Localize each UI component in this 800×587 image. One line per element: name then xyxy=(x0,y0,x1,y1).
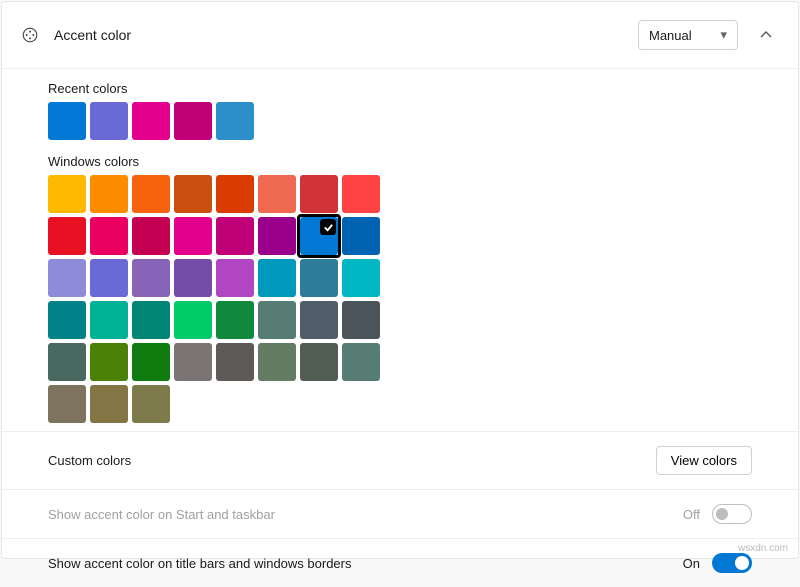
recent-color-swatch[interactable] xyxy=(48,102,86,140)
windows-color-swatch[interactable] xyxy=(174,175,212,213)
windows-color-swatch[interactable] xyxy=(174,301,212,339)
windows-color-swatch[interactable] xyxy=(132,301,170,339)
windows-color-swatch[interactable] xyxy=(342,343,380,381)
collapse-button[interactable] xyxy=(752,21,780,49)
windows-color-swatch[interactable] xyxy=(48,385,86,423)
windows-color-swatch[interactable] xyxy=(48,301,86,339)
check-icon xyxy=(320,219,336,235)
windows-color-swatch[interactable] xyxy=(48,259,86,297)
windows-color-swatch[interactable] xyxy=(90,259,128,297)
chevron-down-icon: ▾ xyxy=(720,27,727,43)
windows-color-swatch[interactable] xyxy=(174,259,212,297)
windows-color-swatch[interactable] xyxy=(258,175,296,213)
windows-color-swatch[interactable] xyxy=(90,175,128,213)
watermark: wsxdn.com xyxy=(738,543,788,554)
windows-color-swatch[interactable] xyxy=(216,259,254,297)
windows-color-swatch[interactable] xyxy=(300,343,338,381)
windows-color-swatch[interactable] xyxy=(258,343,296,381)
windows-color-swatch[interactable] xyxy=(132,175,170,213)
view-colors-button[interactable]: View colors xyxy=(656,446,752,475)
windows-color-swatch[interactable] xyxy=(174,217,212,255)
custom-colors-label: Custom colors xyxy=(48,453,656,468)
windows-color-swatch[interactable] xyxy=(300,301,338,339)
titlebar-label: Show accent color on title bars and wind… xyxy=(48,556,683,571)
windows-color-swatch[interactable] xyxy=(48,175,86,213)
recent-color-swatch[interactable] xyxy=(216,102,254,140)
recent-color-swatch[interactable] xyxy=(132,102,170,140)
accent-mode-dropdown[interactable]: Manual ▾ xyxy=(638,20,738,50)
windows-color-swatch[interactable] xyxy=(258,259,296,297)
windows-color-swatch[interactable] xyxy=(216,217,254,255)
windows-color-swatch[interactable] xyxy=(90,301,128,339)
windows-color-swatch[interactable] xyxy=(342,259,380,297)
windows-color-swatch[interactable] xyxy=(132,385,170,423)
accent-color-icon xyxy=(20,25,40,45)
windows-color-swatch[interactable] xyxy=(216,175,254,213)
windows-color-swatch[interactable] xyxy=(300,259,338,297)
page-title: Accent color xyxy=(54,27,638,43)
windows-color-swatch[interactable] xyxy=(174,343,212,381)
windows-color-swatch[interactable] xyxy=(48,343,86,381)
recent-color-swatch[interactable] xyxy=(174,102,212,140)
start-taskbar-toggle xyxy=(712,504,752,524)
windows-color-swatch[interactable] xyxy=(216,343,254,381)
titlebar-status: On xyxy=(683,556,700,571)
accent-mode-label: Manual xyxy=(649,28,692,43)
windows-color-swatch[interactable] xyxy=(300,175,338,213)
windows-color-swatch[interactable] xyxy=(90,343,128,381)
windows-color-swatch[interactable] xyxy=(90,385,128,423)
windows-color-swatch[interactable] xyxy=(300,217,338,255)
windows-color-swatch[interactable] xyxy=(48,217,86,255)
windows-color-swatch[interactable] xyxy=(132,343,170,381)
windows-color-swatch[interactable] xyxy=(132,259,170,297)
windows-colors-label: Windows colors xyxy=(48,154,752,169)
windows-color-swatch[interactable] xyxy=(342,175,380,213)
windows-color-swatch[interactable] xyxy=(216,301,254,339)
windows-color-swatch[interactable] xyxy=(258,217,296,255)
windows-color-swatch[interactable] xyxy=(342,301,380,339)
start-taskbar-status: Off xyxy=(683,507,700,522)
windows-color-swatch[interactable] xyxy=(90,217,128,255)
recent-color-swatch[interactable] xyxy=(90,102,128,140)
windows-color-swatch[interactable] xyxy=(132,217,170,255)
start-taskbar-label: Show accent color on Start and taskbar xyxy=(48,507,683,522)
windows-color-swatch[interactable] xyxy=(258,301,296,339)
recent-colors-label: Recent colors xyxy=(48,81,752,96)
titlebar-toggle[interactable] xyxy=(712,553,752,573)
windows-color-swatch[interactable] xyxy=(342,217,380,255)
